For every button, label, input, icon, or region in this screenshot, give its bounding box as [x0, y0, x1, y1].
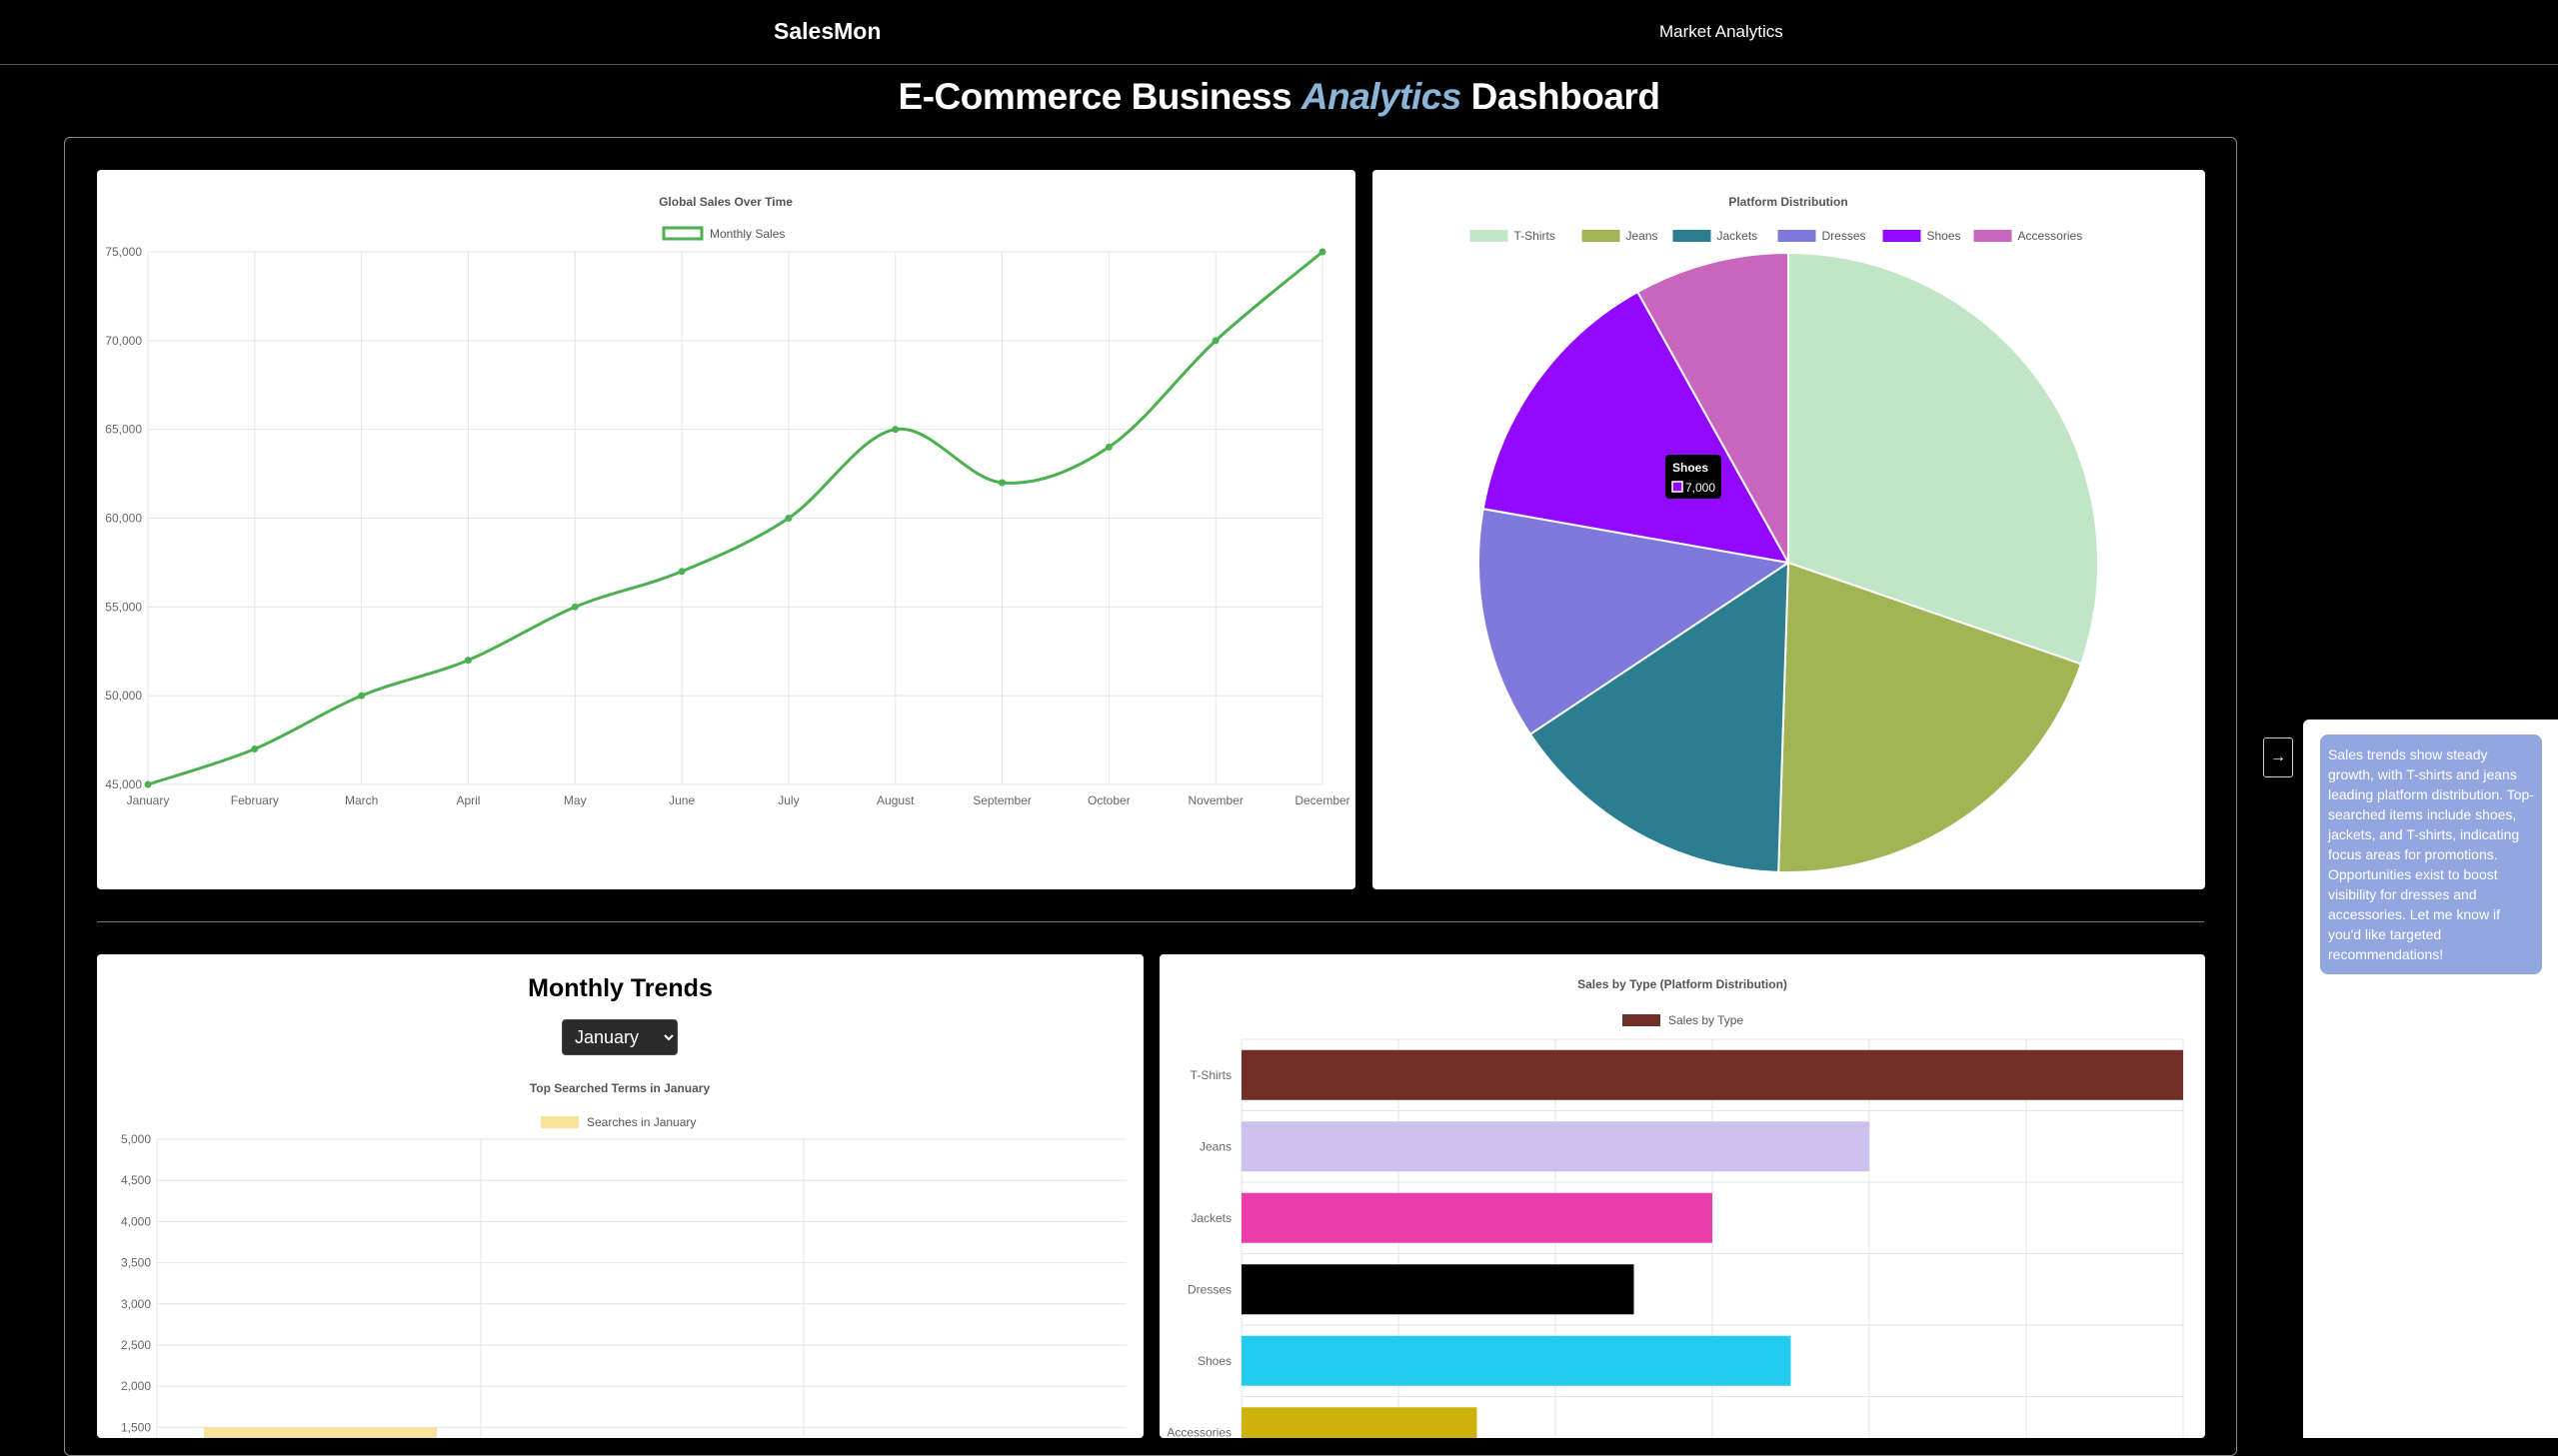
legend-label: Dresses: [1822, 229, 1866, 243]
pie-chart-card: Platform Distribution T-Shirts Jeans Jacke…: [1372, 170, 2205, 889]
data-point: [1105, 443, 1113, 451]
y-category-label: Dresses: [1188, 1282, 1232, 1296]
legend-swatch: [541, 1116, 579, 1128]
type-bar: [1242, 1335, 1791, 1386]
y-tick-label: 1,500: [121, 1420, 151, 1434]
y-tick-label: 2,500: [121, 1338, 151, 1352]
legend-label: Jeans: [1626, 229, 1658, 243]
data-point: [999, 479, 1007, 487]
x-tick-label: July: [778, 793, 799, 807]
y-tick-label: 3,000: [121, 1297, 151, 1311]
y-tick-label: 45,000: [105, 777, 142, 791]
x-tick-label: October: [1088, 793, 1131, 807]
x-tick-label: August: [877, 793, 915, 807]
x-tick-label: June: [669, 793, 695, 807]
data-point: [358, 692, 366, 700]
y-tick-label: 75,000: [105, 245, 142, 259]
page-title: E-Commerce Business Analytics Dashboard: [0, 76, 2558, 118]
y-tick-label: 3,500: [121, 1256, 151, 1270]
legend-swatch: [662, 226, 704, 241]
y-tick-label: 55,000: [105, 600, 142, 614]
y-tick-label: 70,000: [105, 334, 142, 348]
x-tick-label: December: [1294, 793, 1349, 807]
chart-title: Platform Distribution: [1728, 195, 1847, 209]
y-category-label: Jeans: [1200, 1139, 1232, 1153]
nav-link-market-analytics[interactable]: Market Analytics: [1659, 22, 1783, 42]
pie-tooltip: Shoes 7,000: [1665, 455, 1721, 499]
legend-swatch: [1882, 230, 1921, 242]
x-tick-label: September: [973, 793, 1032, 807]
platform-distribution-pie-chart: Platform Distribution T-Shirts Jeans Jacke…: [1469, 195, 2099, 873]
sales-by-type-bar-chart: Sales by Type (Platform Distribution) Sa…: [1167, 977, 2184, 1438]
x-tick-label: January: [127, 793, 170, 807]
legend-label: Jackets: [1717, 229, 1758, 243]
type-bar: [1242, 1121, 1869, 1172]
data-point: [785, 515, 793, 522]
page-title-part1: E-Commerce Business: [898, 76, 1292, 117]
month-select[interactable]: January: [562, 1019, 678, 1055]
data-point: [251, 744, 259, 752]
x-tick-label: May: [564, 793, 587, 807]
legend-label: Accessories: [2018, 229, 2083, 243]
legend-label: Searches in January: [587, 1115, 696, 1129]
legend-swatch: [1581, 230, 1620, 242]
chart-title: Top Searched Terms in January: [530, 1081, 711, 1095]
sales-by-type-card: Sales by Type (Platform Distribution) Sa…: [1160, 954, 2205, 1438]
legend-swatch: [1973, 230, 2012, 242]
data-point: [144, 780, 152, 788]
y-category-label: Accessories: [1167, 1425, 1232, 1438]
brand-logo[interactable]: SalesMon: [774, 18, 881, 45]
legend-label: Monthly Sales: [710, 227, 785, 241]
type-bar: [1242, 1192, 1712, 1243]
y-category-label: Jackets: [1191, 1211, 1232, 1225]
x-tick-label: November: [1189, 793, 1244, 807]
data-point: [1212, 337, 1220, 345]
assistant-message: Sales trends show steady growth, with T-…: [2320, 734, 2542, 974]
y-tick-label: 4,000: [121, 1214, 151, 1228]
data-point: [464, 657, 472, 665]
y-category-label: T-Shirts: [1191, 1068, 1232, 1082]
page-title-accent: Analytics: [1300, 76, 1462, 117]
legend-label: Sales by Type: [1668, 1013, 1743, 1027]
y-tick-label: 2,000: [121, 1379, 151, 1393]
y-tick-label: 50,000: [105, 689, 142, 703]
legend-swatch: [1469, 230, 1508, 242]
toggle-panel-button[interactable]: →: [2263, 737, 2293, 777]
top-nav-bar: SalesMon Market Analytics: [0, 0, 2558, 65]
x-tick-label: February: [231, 793, 279, 807]
y-tick-label: 65,000: [105, 423, 142, 437]
type-bar: [1242, 1264, 1634, 1315]
x-tick-label: April: [456, 793, 480, 807]
legend-swatch: [1777, 230, 1816, 242]
data-point: [892, 426, 900, 434]
tooltip-value: 7,000: [1685, 481, 1715, 495]
legend-swatch: [1672, 230, 1711, 242]
legend-label: T-Shirts: [1514, 229, 1555, 243]
chart-title: Global Sales Over Time: [659, 195, 793, 209]
legend-swatch: [1622, 1014, 1660, 1026]
chart-title: Sales by Type (Platform Distribution): [1577, 977, 1787, 991]
line-chart-card: Global Sales Over Time Monthly Sales 45,…: [97, 170, 1355, 889]
page-title-part2: Dashboard: [1470, 76, 1660, 117]
type-bar: [1242, 1407, 1477, 1438]
global-sales-line-chart: Global Sales Over Time Monthly Sales 45,…: [105, 195, 1349, 807]
data-point: [1318, 248, 1326, 256]
x-tick-label: March: [345, 793, 378, 807]
y-category-label: Shoes: [1198, 1354, 1232, 1368]
type-bar: [1242, 1049, 2183, 1100]
data-point: [571, 603, 579, 611]
data-point: [678, 568, 686, 576]
y-tick-label: 4,500: [121, 1173, 151, 1187]
section-divider: [97, 921, 2204, 922]
y-tick-label: 5,000: [121, 1132, 151, 1146]
legend-label: Shoes: [1927, 229, 1961, 243]
search-bar: [204, 1427, 437, 1438]
tooltip-title: Shoes: [1672, 461, 1708, 475]
y-tick-label: 60,000: [105, 512, 142, 526]
